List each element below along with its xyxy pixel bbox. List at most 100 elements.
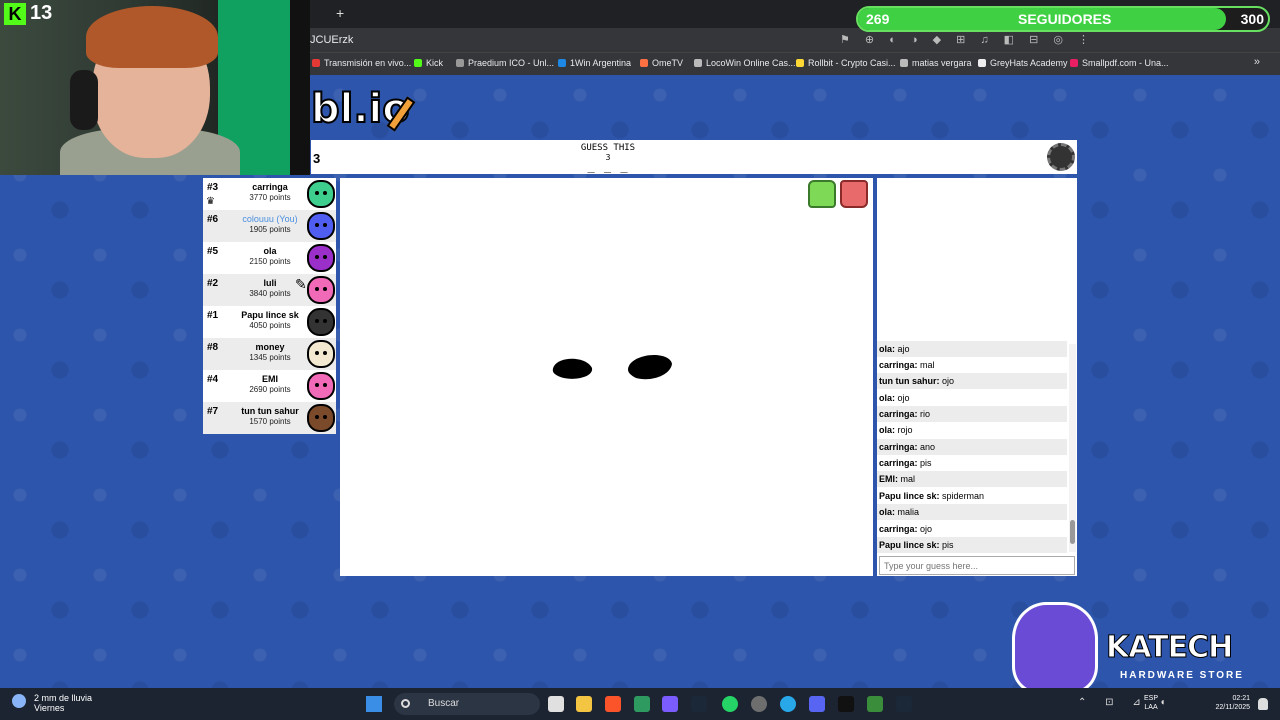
player-avatar xyxy=(307,244,335,272)
discord-icon[interactable] xyxy=(809,696,825,712)
player-avatar xyxy=(307,372,335,400)
katech-mascot-icon xyxy=(1012,602,1098,694)
language-code: ESP xyxy=(1144,695,1159,702)
weather-text: 2 mm de lluvia xyxy=(34,693,93,703)
kick-logo-icon: K xyxy=(4,3,26,25)
extensions-icon[interactable]: ⚑ ⊕ ◐ ◑ ◆ ⊞ ♫ ◧ ⊟ ◎ ⋮ xyxy=(840,33,1095,46)
app-icon[interactable] xyxy=(634,696,650,712)
steam-icon[interactable] xyxy=(691,696,707,712)
bookmark-item[interactable]: Rollbit - Crypto Casi... xyxy=(796,58,896,68)
chat-text: ojo xyxy=(897,393,910,403)
player-row[interactable]: #2 luli 3840 points ✎ xyxy=(203,274,336,306)
chat-text: ajo xyxy=(897,344,910,354)
chat-message: EMI: mal xyxy=(877,471,1067,487)
taskbar-clock[interactable]: 02:21 22/11/2025 xyxy=(1204,694,1250,712)
player-row[interactable]: #7 tun tun sahur 1570 points xyxy=(203,402,336,434)
telegram-icon[interactable] xyxy=(780,696,796,712)
app-icon[interactable] xyxy=(751,696,767,712)
drawing-pencil-icon: ✎ xyxy=(295,276,307,292)
player-list: #3 ♛ carringa 3770 points #6 colouuu (Yo… xyxy=(203,178,336,434)
guess-input[interactable] xyxy=(879,556,1075,575)
bookmark-item[interactable]: 1Win Argentina xyxy=(558,58,631,68)
word-hint: GUESS THIS 3 _ _ _ xyxy=(573,143,643,172)
player-avatar xyxy=(307,308,335,336)
round-counter: 3 xyxy=(313,151,321,166)
taskbar-search[interactable]: Buscar xyxy=(394,693,540,715)
chat-author: carringa: xyxy=(879,360,918,370)
drawing-canvas[interactable] xyxy=(340,178,873,576)
player-avatar xyxy=(307,340,335,368)
new-tab-button[interactable]: + xyxy=(336,5,344,21)
chat-scrollbar[interactable] xyxy=(1069,344,1076,552)
player-points: 2690 points xyxy=(249,385,291,394)
bookmark-item[interactable]: LocoWin Online Cas... xyxy=(694,58,796,68)
player-row[interactable]: #1 Papu lince sk 4050 points xyxy=(203,306,336,338)
player-avatar xyxy=(307,404,335,432)
bookmark-favicon-icon xyxy=(1070,59,1078,67)
sponsor-name: KATECH xyxy=(1105,630,1233,666)
xbox-icon[interactable] xyxy=(867,696,883,712)
chat-author: tun tun sahur: xyxy=(879,376,940,386)
system-tray-icons[interactable]: ⌃ ⊡ ⊿ ◖ xyxy=(1078,697,1174,708)
more-bookmarks-button[interactable]: » xyxy=(1254,56,1260,68)
steam-icon[interactable] xyxy=(896,696,912,712)
chat-message: carringa: pis xyxy=(877,455,1067,471)
chat-text: rojo xyxy=(897,425,913,435)
chat-message: ola: ojo xyxy=(877,390,1067,406)
windows-taskbar: 2 mm de lluvia Viernes Buscar ⌃ ⊡ ⊿ ◖ ES… xyxy=(0,688,1280,720)
player-points: 3770 points xyxy=(249,193,291,202)
weather-widget[interactable]: 2 mm de lluvia Viernes xyxy=(34,693,92,713)
url-text[interactable]: JCUErzk xyxy=(310,34,353,46)
chat-author: ola: xyxy=(879,344,896,354)
bookmark-item[interactable]: Kick xyxy=(414,58,443,68)
player-points: 4050 points xyxy=(249,321,291,330)
headphones-icon xyxy=(70,70,98,130)
chat-author: ola: xyxy=(879,393,896,403)
bookmark-item[interactable]: matias vergara xyxy=(900,58,972,68)
chat-message: ola: malia xyxy=(877,504,1067,520)
language-indicator[interactable]: ESP LAA xyxy=(1144,694,1158,712)
bookmark-item[interactable]: Smallpdf.com - Una... xyxy=(1070,58,1169,68)
player-row[interactable]: #5 ola 2150 points xyxy=(203,242,336,274)
chat-author: carringa: xyxy=(879,442,918,452)
webcam-overlay: K 13 xyxy=(0,0,310,175)
player-name: ola xyxy=(263,246,277,256)
chat-message: carringa: ojo xyxy=(877,521,1067,537)
brave-browser-icon[interactable] xyxy=(605,696,621,712)
task-view-icon[interactable] xyxy=(548,696,564,712)
file-explorer-icon[interactable] xyxy=(576,696,592,712)
language-layout: LAA xyxy=(1144,704,1158,711)
player-row[interactable]: #4 EMI 2690 points xyxy=(203,370,336,402)
follower-current: 269 xyxy=(866,11,890,27)
player-rank: #6 xyxy=(207,214,219,225)
player-name: Papu lince sk xyxy=(241,310,299,320)
thumbs-down-icon[interactable] xyxy=(840,180,868,208)
sponsor-subtitle: HARDWARE STORE xyxy=(1120,670,1244,681)
player-points: 1345 points xyxy=(249,353,291,362)
settings-gear-icon[interactable] xyxy=(1047,143,1075,171)
bookmark-item[interactable]: OmeTV xyxy=(640,58,683,68)
follower-goal: 300 xyxy=(1240,11,1264,27)
chat-scroll-thumb[interactable] xyxy=(1070,520,1075,544)
bookmark-favicon-icon xyxy=(694,59,702,67)
chat-author: EMI: xyxy=(879,474,898,484)
player-row[interactable]: #3 ♛ carringa 3770 points xyxy=(203,178,336,210)
tiktok-icon[interactable] xyxy=(838,696,854,712)
bookmark-item[interactable]: Transmisión en vivo... xyxy=(312,58,411,68)
chat-author: ola: xyxy=(879,425,896,435)
player-row[interactable]: #6 colouuu (You) 1905 points xyxy=(203,210,336,242)
player-rank: #3 xyxy=(207,182,219,193)
player-rank: #7 xyxy=(207,406,219,417)
webcam-wall-dark xyxy=(290,0,310,175)
thumbs-up-icon[interactable] xyxy=(808,180,836,208)
bookmark-item[interactable]: Praedium ICO - Unl... xyxy=(456,58,554,68)
weather-icon[interactable] xyxy=(12,694,26,708)
player-row[interactable]: #8 money 1345 points xyxy=(203,338,336,370)
whatsapp-icon[interactable] xyxy=(722,696,738,712)
app-icon[interactable] xyxy=(662,696,678,712)
windows-start-icon[interactable] xyxy=(366,696,382,712)
player-name: money xyxy=(255,342,285,352)
bookmark-item[interactable]: GreyHats Academy xyxy=(978,58,1068,68)
notification-bell-icon[interactable] xyxy=(1258,698,1268,710)
chat-text: pis xyxy=(920,458,932,468)
